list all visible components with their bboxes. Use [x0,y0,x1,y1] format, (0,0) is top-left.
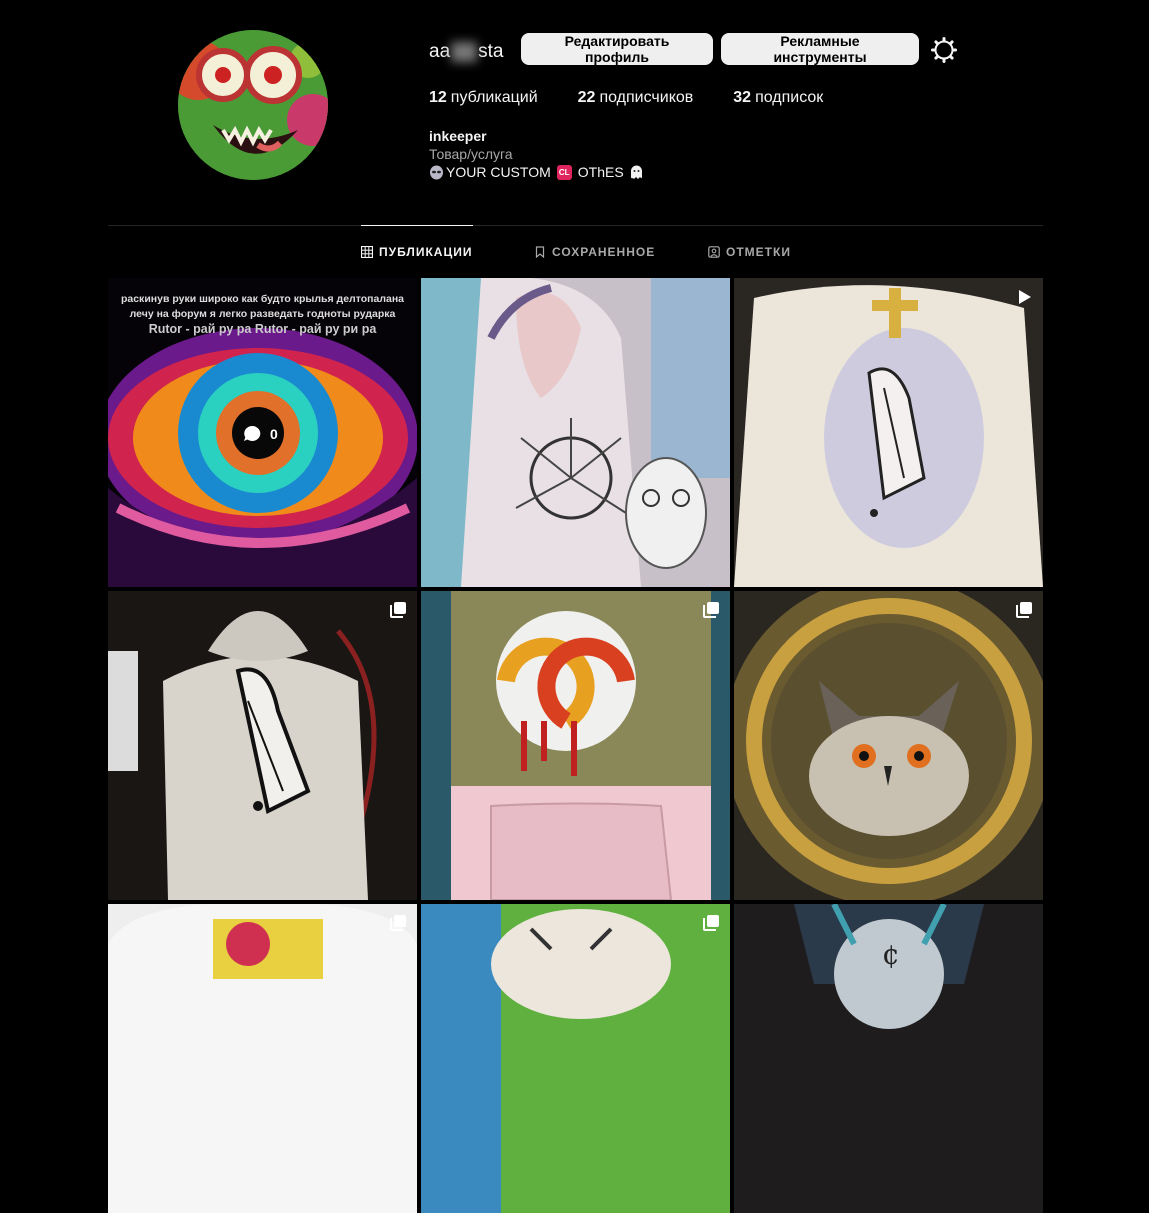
symbol-glyph: ¢ [882,938,900,971]
post-image-joker-tee [108,904,417,1213]
post-image-owl [734,591,1043,900]
bio-category: Товар/услуга [429,146,513,162]
active-tab-indicator [361,225,473,226]
overlay-line-3: Rutor - рай ру ра Rutor - рай ру ри ра [148,322,377,336]
comment-count: 0 [242,424,278,444]
reel-icon [1019,290,1031,304]
carousel-icon [390,915,406,931]
carousel-icon [390,602,406,618]
profile-username: aa sta [429,40,504,64]
post-tile-4[interactable] [108,591,417,900]
post-tile-1[interactable]: раскинув руки широко как будто крылья де… [108,278,417,587]
following-count: 32 [733,89,752,106]
tab-saved-label: СОХРАНЕННОЕ [552,245,656,259]
post-tile-3[interactable] [734,278,1043,587]
post-image-dark-jacket: ¢ [734,904,1043,1213]
tab-posts-label: ПУБЛИКАЦИИ [379,245,473,259]
profile-avatar[interactable] [178,30,328,180]
username-redaction [451,41,478,62]
tab-tagged[interactable]: ОТМЕТКИ [708,245,791,259]
post-image-praying-hands-back [734,278,1043,587]
alien-emoji-icon [430,165,443,179]
tab-tagged-label: ОТМЕТКИ [726,245,791,259]
tag-icon [708,246,720,258]
tabs-divider [108,225,1043,226]
stat-following[interactable]: 32 подписок [733,89,823,107]
post-image-hoodie-hands [108,591,417,900]
followers-count: 22 [577,89,596,106]
ad-tools-button[interactable]: Рекламные инструменты [721,33,919,65]
username-start: aa [429,41,451,62]
post-tile-8[interactable] [421,904,730,1213]
bio-text: YOUR CUSTOM CL OThES [429,164,644,180]
post-1-overlay-text: раскинув руки широко как будто крылья де… [108,292,417,337]
post-tile-5[interactable] [421,591,730,900]
carousel-icon [703,915,719,931]
post-image-madonna [421,278,730,587]
tab-posts[interactable]: ПУБЛИКАЦИИ [361,245,472,259]
carousel-icon [703,602,719,618]
bio-text-part-1: YOUR CUSTOM [446,164,551,180]
profile-stats: 12 публикаций 22 подписчиков 32 подписок [429,89,863,107]
ghost-emoji-icon [630,165,642,179]
grid-icon [361,246,373,258]
post-tile-9[interactable]: ¢ [734,904,1043,1213]
post-image-tiger [421,904,730,1213]
bio-text-part-2: OThES [577,164,624,180]
post-tile-6[interactable] [734,591,1043,900]
overlay-line-2: лечу на форум я легко разведать годноты … [129,308,396,320]
following-label: подписок [755,89,824,106]
settings-gear-icon[interactable] [931,37,957,63]
carousel-icon [1016,602,1032,618]
stat-posts: 12 публикаций [429,89,538,107]
post-tile-7[interactable] [108,904,417,1213]
comment-icon [244,425,261,441]
bio-display-name: inkeeper [429,128,487,144]
post-tile-2[interactable] [421,278,730,587]
posts-count: 12 [429,89,447,106]
stat-followers[interactable]: 22 подписчиков [578,89,694,107]
posts-label: публикаций [450,89,538,106]
comment-count-value: 0 [270,426,278,442]
edit-profile-button[interactable]: Редактировать профиль [521,33,713,65]
bookmark-icon [535,246,545,258]
cl-badge-icon: CL [556,164,572,180]
post-image-chanel-hoodie [421,591,730,900]
followers-label: подписчиков [599,89,694,106]
username-end: sta [478,41,504,62]
overlay-line-1: раскинув руки широко как будто крылья де… [120,293,405,305]
tab-saved[interactable]: СОХРАНЕННОЕ [534,245,655,259]
avatar-image [178,30,328,180]
